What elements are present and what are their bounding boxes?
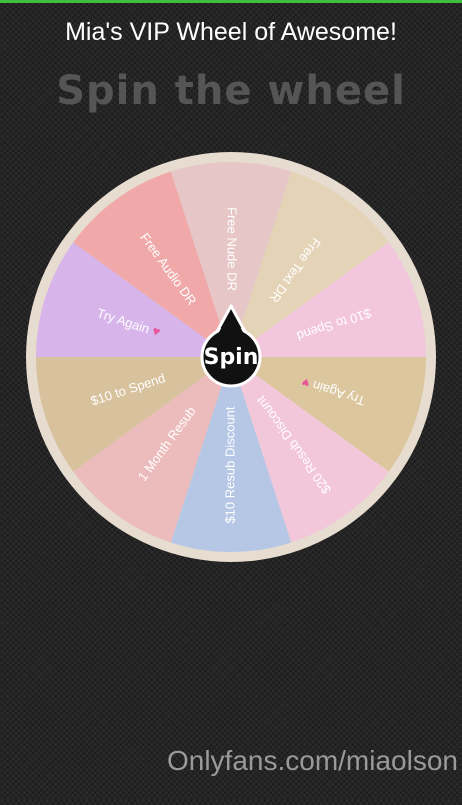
watermark-text: Onlyfans.com/miaolson xyxy=(166,745,458,776)
wheel-segment-label: $10 Resub Discount xyxy=(222,406,237,523)
prize-wheel-area: Free Nude DR Free Text DR $10 to Spend Try … xyxy=(0,0,462,800)
spin-button-label[interactable]: Spin xyxy=(204,345,259,370)
wheel-segment-label: Free Nude DR xyxy=(225,207,240,291)
prize-wheel[interactable]: Free Nude DR Free Text DR$10 to SpendTry … xyxy=(0,0,462,800)
